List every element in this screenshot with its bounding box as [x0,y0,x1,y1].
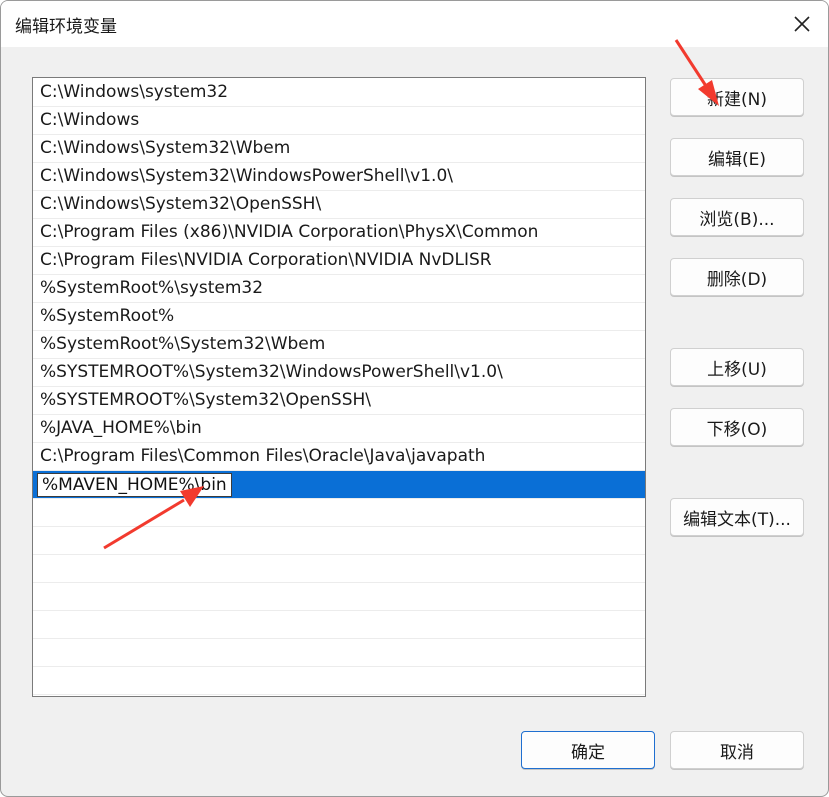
path-entry[interactable]: C:\Windows\System32\OpenSSH\ [33,191,645,219]
path-entry[interactable]: %SystemRoot%\System32\Wbem [33,331,645,359]
path-entry[interactable]: %JAVA_HOME%\bin [33,415,645,443]
edit-environment-variable-dialog: 编辑环境变量 C:\Windows\system32 C:\Windows C:\W… [0,0,829,797]
new-button[interactable]: 新建(N) [670,78,804,116]
path-entry[interactable]: %SYSTEMROOT%\System32\OpenSSH\ [33,387,645,415]
path-entry[interactable]: C:\Windows\System32\WindowsPowerShell\v1… [33,163,645,191]
empty-row [33,583,645,611]
path-entry[interactable]: %SYSTEMROOT%\System32\WindowsPowerShell\… [33,359,645,387]
path-list[interactable]: C:\Windows\system32 C:\Windows C:\Windows\… [32,77,646,697]
empty-row [33,611,645,639]
empty-row [33,667,645,695]
path-entry[interactable]: C:\Program Files\NVIDIA Corporation\NVID… [33,247,645,275]
empty-row [33,499,645,527]
empty-row [33,527,645,555]
path-entry[interactable]: C:\Program Files\Common Files\Oracle\Jav… [33,443,645,471]
close-icon [794,16,810,32]
ok-button[interactable]: 确定 [521,731,655,769]
path-entry[interactable]: %SystemRoot%\system32 [33,275,645,303]
delete-button[interactable]: 删除(D) [670,258,804,296]
path-entry[interactable]: C:\Windows\system32 [33,79,645,107]
path-entry-selected[interactable]: %MAVEN_HOME%\bin [33,471,645,499]
path-entry-edit-field[interactable]: %MAVEN_HOME%\bin [37,473,232,497]
browse-button[interactable]: 浏览(B)... [670,198,804,236]
empty-row [33,639,645,667]
close-button[interactable] [784,7,820,41]
cancel-button[interactable]: 取消 [670,731,804,769]
path-entry[interactable]: C:\Windows [33,107,645,135]
edit-button[interactable]: 编辑(E) [670,138,804,176]
title-bar: 编辑环境变量 [1,1,828,47]
empty-row [33,555,645,583]
move-down-button[interactable]: 下移(O) [670,408,804,446]
window-title: 编辑环境变量 [15,17,117,37]
path-entry[interactable]: C:\Windows\System32\Wbem [33,135,645,163]
edit-text-button[interactable]: 编辑文本(T)... [670,498,804,536]
path-entry[interactable]: C:\Program Files (x86)\NVIDIA Corporatio… [33,219,645,247]
empty-row [33,695,645,696]
path-entry[interactable]: %SystemRoot% [33,303,645,331]
move-up-button[interactable]: 上移(U) [670,348,804,386]
